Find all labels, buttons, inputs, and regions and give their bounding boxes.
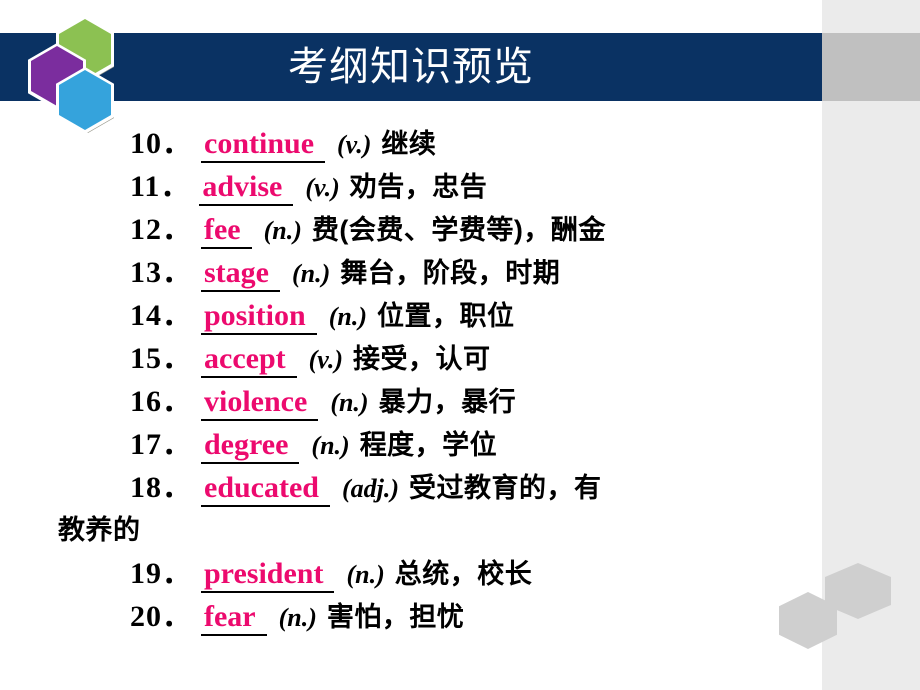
vocab-part-of-speech: (v.) xyxy=(337,130,372,159)
vocab-definition: 费(会费、学费等)，酬金 xyxy=(311,215,606,245)
vocab-part-of-speech: (n.) xyxy=(278,603,317,632)
vocab-number: 11． xyxy=(130,170,192,203)
vocab-word: president xyxy=(201,558,335,593)
vocab-part-of-speech: (n.) xyxy=(328,302,367,331)
vocab-definition: 总统，校长 xyxy=(394,559,533,589)
right-header-band xyxy=(822,33,920,101)
vocab-part-of-speech: (n.) xyxy=(330,388,369,417)
vocab-number: 16． xyxy=(130,385,193,418)
vocab-definition: 害怕，担忧 xyxy=(326,602,465,632)
vocab-number: 20． xyxy=(130,600,193,633)
vocab-entry: 11． advise (v.) 劝告，忠告 xyxy=(0,165,822,208)
vocab-number: 15． xyxy=(130,342,193,375)
vocab-word: accept xyxy=(201,343,297,378)
vocab-number: 19． xyxy=(130,557,193,590)
vocab-definition: 受过教育的，有 xyxy=(409,473,602,503)
vocab-entry: 17． degree (n.) 程度，学位 xyxy=(0,423,822,466)
vocab-part-of-speech: (n.) xyxy=(291,259,331,288)
vocab-definition: 位置，职位 xyxy=(377,301,515,331)
vocab-entry: 18． educated (adj.) 受过教育的，有 xyxy=(0,466,822,509)
vocab-number: 18． xyxy=(130,471,193,504)
vocab-word: position xyxy=(201,300,317,335)
vocab-entry: 10． continue (v.) 继续 xyxy=(0,122,822,165)
vocab-entry: 12． fee (n.) 费(会费、学费等)，酬金 xyxy=(0,208,822,251)
vocab-definition: 暴力，暴行 xyxy=(378,387,517,417)
vocab-entry: 14． position (n.) 位置，职位 xyxy=(0,294,822,337)
vocab-entry: 19． president (n.) 总统，校长 xyxy=(0,552,822,595)
vocab-definition: 程度，学位 xyxy=(359,430,498,460)
vocabulary-list: 10． continue (v.) 继续 11． advise (v.) 劝告，忠告 12． fe… xyxy=(0,122,822,638)
vocab-entry: 16． violence (n.) 暴力，暴行 xyxy=(0,380,822,423)
vocab-number: 13． xyxy=(130,256,193,289)
vocab-definition-continued: 教养的 xyxy=(58,515,141,545)
slide-canvas: 考纲知识预览 10． continue (v.) 继续 11． advise (v.) 劝告，… xyxy=(0,0,920,690)
vocab-number: 12． xyxy=(130,213,193,246)
vocab-part-of-speech: (n.) xyxy=(346,560,385,589)
vocab-part-of-speech: (v.) xyxy=(305,173,340,202)
vocab-word: fear xyxy=(201,601,267,636)
vocab-word: stage xyxy=(201,257,280,292)
vocab-word: educated xyxy=(201,472,330,507)
vocab-number: 17． xyxy=(130,428,193,461)
vocab-entry: 13． stage (n.) 舞台，阶段，时期 xyxy=(0,251,822,294)
vocab-definition-wrap: 教养的 xyxy=(0,509,822,552)
vocab-definition: 接受，认可 xyxy=(353,344,491,374)
page-title: 考纲知识预览 xyxy=(288,45,534,89)
vocab-definition: 舞台，阶段，时期 xyxy=(340,258,561,288)
vocab-number: 10． xyxy=(130,127,193,160)
vocab-part-of-speech: (adj.) xyxy=(342,474,400,503)
vocab-number: 14． xyxy=(130,299,193,332)
vocab-definition: 继续 xyxy=(381,129,437,159)
vocab-part-of-speech: (n.) xyxy=(311,431,350,460)
vocab-entry: 20． fear (n.) 害怕，担忧 xyxy=(0,595,822,638)
vocab-word: violence xyxy=(201,386,319,421)
vocab-word: fee xyxy=(201,214,252,249)
vocab-part-of-speech: (v.) xyxy=(308,345,344,374)
vocab-part-of-speech: (n.) xyxy=(263,216,302,245)
vocab-word: degree xyxy=(201,429,300,464)
vocab-word: advise xyxy=(199,171,294,206)
vocab-entry: 15． accept (v.) 接受，认可 xyxy=(0,337,822,380)
vocab-word: continue xyxy=(201,128,326,163)
vocab-definition: 劝告，忠告 xyxy=(349,172,488,202)
